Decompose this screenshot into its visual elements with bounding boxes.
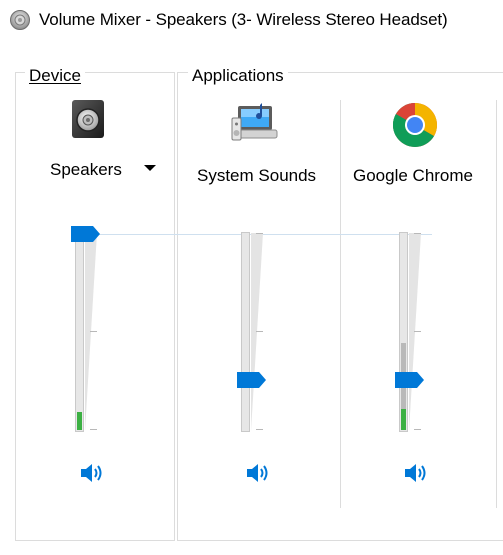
slider-tick xyxy=(256,331,263,332)
slider-tick xyxy=(414,429,421,430)
applications-group-label: Applications xyxy=(188,66,288,86)
title-bar: Volume Mixer - Speakers (3- Wireless Ste… xyxy=(0,0,503,42)
slider-tick xyxy=(414,331,421,332)
slider-tick xyxy=(90,429,97,430)
app-name: System Sounds xyxy=(197,166,317,185)
volume-icon[interactable] xyxy=(245,461,271,485)
device-name[interactable]: Speakers xyxy=(50,160,122,180)
volume-icon[interactable] xyxy=(403,461,429,485)
chevron-down-icon[interactable] xyxy=(144,165,156,171)
slider-track xyxy=(241,232,250,432)
slider-wedge xyxy=(251,233,263,431)
slider-track xyxy=(75,232,84,432)
volume-thumb[interactable] xyxy=(237,372,267,388)
speaker-device-icon xyxy=(72,100,104,138)
slider-tick xyxy=(256,233,263,234)
app-column-separator xyxy=(340,100,341,508)
slider-wedge xyxy=(409,233,421,431)
device-label-text: Device xyxy=(29,66,81,85)
peak-meter xyxy=(401,409,406,430)
app-column-separator xyxy=(496,100,497,508)
app-name: Google Chrome xyxy=(353,166,474,185)
volume-icon[interactable] xyxy=(79,461,105,485)
window-title: Volume Mixer - Speakers (3- Wireless Ste… xyxy=(39,10,448,29)
chrome-icon xyxy=(393,103,437,147)
volume-mixer-window: Volume Mixer - Speakers (3- Wireless Ste… xyxy=(0,0,503,555)
slider-tick xyxy=(256,429,263,430)
slider-wedge xyxy=(85,233,97,431)
device-group-label: Device xyxy=(25,66,85,86)
system-sounds-icon xyxy=(231,103,278,141)
speaker-icon xyxy=(10,10,30,30)
peak-meter xyxy=(77,412,82,430)
volume-thumb[interactable] xyxy=(71,226,101,242)
volume-thumb[interactable] xyxy=(395,372,425,388)
slider-tick xyxy=(414,233,421,234)
slider-tick xyxy=(90,331,97,332)
